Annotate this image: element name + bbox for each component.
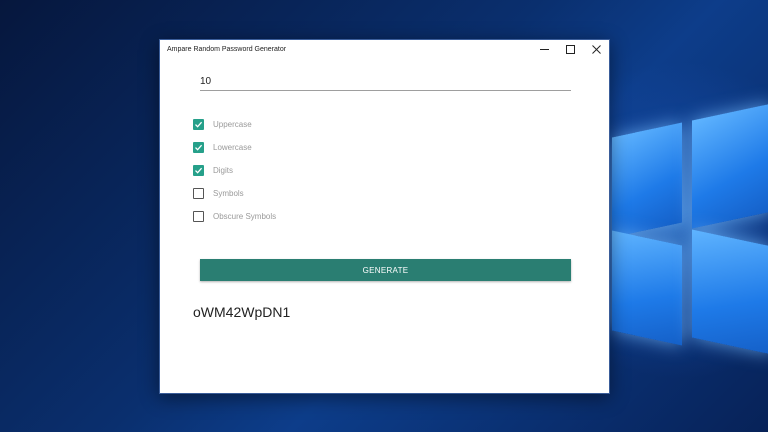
option-obscure-symbols[interactable]: Obscure Symbols: [193, 209, 276, 223]
option-lowercase[interactable]: Lowercase: [193, 140, 252, 154]
maximize-button[interactable]: [557, 40, 583, 58]
option-label: Uppercase: [213, 119, 252, 129]
option-label: Symbols: [213, 188, 244, 198]
option-digits[interactable]: Digits: [193, 163, 233, 177]
windows-logo-pane: [692, 229, 768, 355]
app-content: 10 Uppercase Lowercase Digits Symbols Ob…: [160, 58, 609, 393]
windows-logo-pane: [612, 122, 682, 238]
length-input[interactable]: 10: [200, 69, 571, 91]
close-icon: [591, 44, 601, 54]
minimize-button[interactable]: [531, 40, 557, 58]
uppercase-checkbox[interactable]: [193, 118, 204, 130]
option-label: Digits: [213, 165, 234, 175]
obscure-symbols-checkbox[interactable]: [193, 210, 204, 222]
length-input-value: 10: [200, 76, 212, 87]
generate-button[interactable]: GENERATE: [200, 259, 571, 281]
windows-logo-pane: [692, 103, 768, 229]
checkmark-icon: [195, 121, 203, 128]
digits-checkbox[interactable]: [193, 164, 204, 176]
option-label: Obscure Symbols: [213, 211, 277, 221]
checkmark-icon: [195, 144, 203, 151]
maximize-icon: [565, 44, 575, 54]
minimize-icon: [539, 48, 549, 50]
windows-logo-pane: [612, 230, 682, 346]
lowercase-checkbox[interactable]: [193, 141, 204, 153]
generated-password: oWM42WpDN1: [193, 304, 291, 320]
title-bar[interactable]: Ampare Random Password Generator: [160, 40, 609, 58]
app-window: Ampare Random Password Generator 10 Uppe…: [159, 39, 610, 394]
window-controls: [531, 40, 609, 58]
option-symbols[interactable]: Symbols: [193, 186, 244, 200]
symbols-checkbox[interactable]: [193, 187, 204, 199]
checkmark-icon: [195, 167, 203, 174]
windows-logo: [612, 103, 768, 355]
option-uppercase[interactable]: Uppercase: [193, 117, 252, 131]
close-button[interactable]: [583, 40, 609, 58]
option-label: Lowercase: [213, 142, 252, 152]
window-title: Ampare Random Password Generator: [167, 45, 287, 53]
